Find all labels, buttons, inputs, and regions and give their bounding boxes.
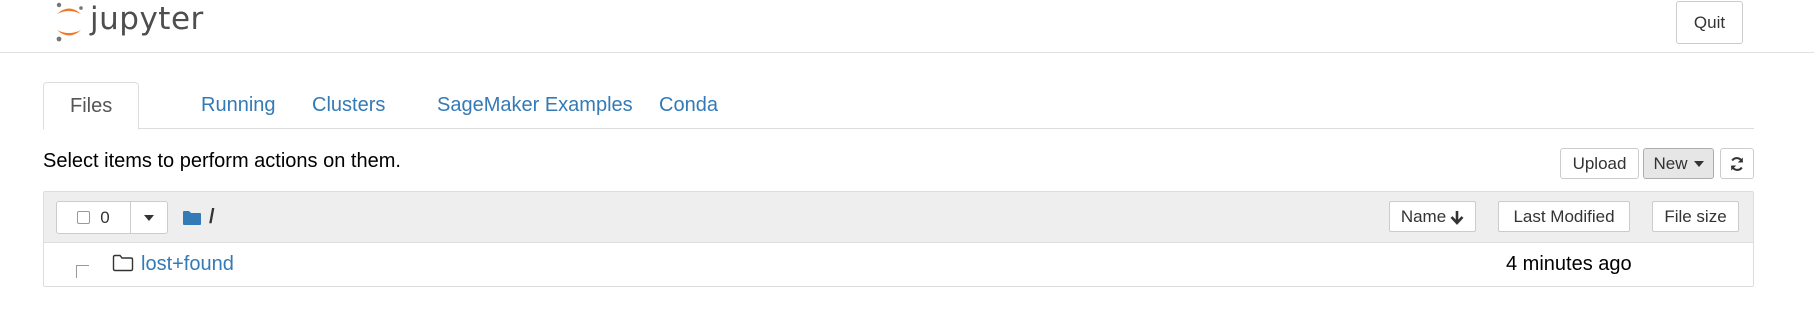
select-dropdown-button[interactable] [131, 202, 167, 233]
caret-down-icon [144, 214, 154, 221]
jupyter-logo-icon [56, 2, 83, 42]
arrow-down-icon [1450, 210, 1464, 225]
select-all-checkbox[interactable] [77, 211, 91, 224]
tab-running[interactable]: Running [175, 82, 302, 129]
tab-clusters[interactable]: Clusters [286, 82, 411, 129]
breadcrumb-root[interactable]: / [209, 206, 215, 229]
header: jupyter Quit [0, 0, 1814, 53]
breadcrumb: / [182, 206, 215, 229]
folder-filled-icon[interactable] [182, 210, 202, 226]
item-checkbox[interactable] [76, 265, 89, 278]
list-item[interactable]: lost+found 4 minutes ago [44, 244, 1753, 287]
sort-by-name-button[interactable]: Name [1389, 201, 1476, 232]
select-control: 0 [56, 201, 168, 234]
caret-down-icon [1693, 160, 1704, 167]
item-modified: 4 minutes ago [1506, 253, 1632, 275]
tab-files[interactable]: Files [43, 82, 140, 130]
tab-sagemaker-examples[interactable]: SageMaker Examples [411, 82, 659, 129]
select-all-toggle[interactable]: 0 [57, 202, 131, 233]
new-button-label: New [1653, 153, 1688, 173]
folder-icon [112, 254, 134, 272]
file-list-header: 0 / Name Last Modified File size [44, 192, 1753, 243]
logo-text: jupyter [90, 1, 204, 37]
sort-by-file-size-button[interactable]: File size [1652, 201, 1739, 232]
refresh-icon [1731, 156, 1743, 171]
refresh-button[interactable] [1720, 148, 1754, 179]
new-button[interactable]: New [1643, 148, 1714, 179]
sort-name-label: Name [1400, 206, 1447, 226]
quit-button[interactable]: Quit [1676, 1, 1743, 44]
sort-by-last-modified-button[interactable]: Last Modified [1498, 201, 1630, 232]
upload-button[interactable]: Upload [1560, 148, 1639, 179]
file-list: 0 / Name Last Modified File size lost+fo… [43, 191, 1754, 287]
tab-conda[interactable]: Conda [633, 82, 744, 129]
instructions-text: Select items to perform actions on them. [43, 150, 401, 172]
selected-count: 0 [100, 207, 110, 227]
item-name-link[interactable]: lost+found [141, 253, 234, 276]
jupyter-logo[interactable]: jupyter [50, 0, 204, 46]
tab-bar: Files Running Clusters SageMaker Example… [43, 82, 1754, 130]
